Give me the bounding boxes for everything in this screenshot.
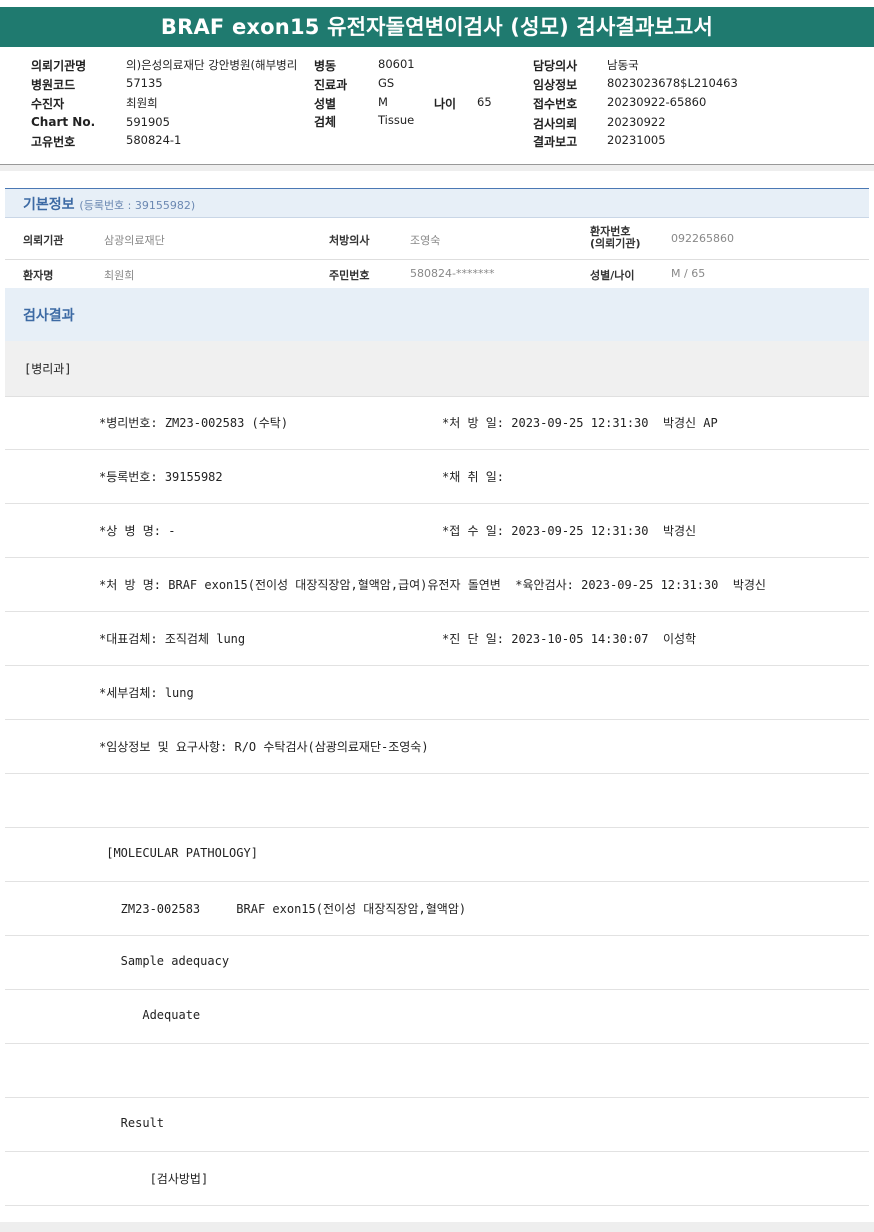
result-line: Sample adequacy	[5, 936, 869, 990]
patient-no-label: 환자번호 (의뢰기관)	[590, 226, 641, 250]
patient-no-label-line2: (의뢰기관)	[590, 237, 641, 250]
sex-age-value: M / 65	[671, 267, 706, 280]
result-line-right: *접 수 일: 2023-09-25 12:31:30 박경신	[442, 524, 697, 538]
result-line: *임상정보 및 요구사항: R/O 수탁검사(삼광의료재단-조영숙)	[5, 720, 869, 774]
clinical-value: 8023023678$L210463	[607, 76, 738, 90]
examinee-label: 수진자	[31, 97, 65, 111]
requesting-inst-label: 의뢰기관명	[31, 59, 87, 73]
sex-label: 성별	[314, 97, 337, 111]
hospital-code-value: 57135	[126, 76, 163, 90]
result-line-left: *대표검체: 조직검체 lung	[99, 632, 246, 646]
result-line: *상 병 명: - *접 수 일: 2023-09-25 12:31:30 박경신	[5, 504, 869, 558]
requesting-inst-value: 의)은성의료재단 강안병원(해부병리	[126, 58, 298, 72]
result-line: Result	[5, 1098, 869, 1152]
result-line-left: Result	[99, 1116, 165, 1130]
basic-info-row-2: 환자명 최원희 주민번호 580824-******* 성별/나이 M / 65	[5, 260, 869, 288]
inst-label: 의뢰기관	[23, 234, 64, 247]
result-line-right: *진 단 일: 2023-10-05 14:30:07 이성학	[442, 632, 697, 646]
result-line-left: [MOLECULAR PATHOLOGY]	[99, 846, 258, 860]
prescriber-value: 조영숙	[410, 234, 441, 247]
result-line-left: ZM23-002583 BRAF exon15(전이성 대장직장암,혈액암)	[99, 902, 467, 916]
basic-info-title-text: 기본정보	[23, 197, 75, 213]
ward-label: 병동	[314, 59, 337, 73]
result-line: Adequate	[5, 990, 869, 1044]
resident-no-value: 580824-*******	[410, 267, 495, 280]
basic-info-panel: 기본정보 (등록번호 : 39155982) 의뢰기관 삼광의료재단 처방의사 …	[5, 188, 869, 289]
sex-age-label: 성별/나이	[590, 269, 635, 282]
result-line-left: [검사방법]	[99, 1172, 209, 1186]
patient-name-label: 환자명	[23, 269, 54, 282]
registration-number: (등록번호 : 39155982)	[79, 199, 196, 212]
prescriber-label: 처방의사	[329, 234, 370, 247]
report-date-value: 20231005	[607, 133, 666, 147]
resident-no-label: 주민번호	[329, 269, 370, 282]
specimen-label: 검체	[314, 115, 337, 129]
result-line: ZM23-002583 BRAF exon15(전이성 대장직장암,혈액암)	[5, 882, 869, 936]
result-line: *처 방 명: BRAF exon15(전이성 대장직장암,혈액암,급여)유전자…	[5, 558, 869, 612]
result-line	[5, 774, 869, 828]
patient-no-value: 092265860	[671, 232, 734, 245]
result-line: *병리번호: ZM23-002583 (수탁) *처 방 일: 2023-09-2…	[5, 396, 869, 450]
sex-value: M	[378, 95, 388, 109]
clinical-label: 임상정보	[533, 78, 578, 92]
chart-label: Chart No.	[31, 115, 96, 129]
results-header: 검사결과	[5, 288, 869, 341]
result-line-left: *등록번호: 39155982	[99, 470, 223, 484]
request-date-label: 검사의뢰	[533, 117, 578, 131]
result-line-left: *병리번호: ZM23-002583 (수탁)	[99, 416, 289, 430]
basic-info-row-1: 의뢰기관 삼광의료재단 처방의사 조영숙 환자번호 (의뢰기관) 09226586…	[5, 218, 869, 260]
age-value: 65	[477, 95, 492, 109]
dept-label: 진료과	[314, 78, 348, 92]
result-line-left: *임상정보 및 요구사항: R/O 수탁검사(삼광의료재단-조영숙)	[99, 740, 429, 754]
report-title: BRAF exon15 유전자돌연변이검사 (성모) 검사결과보고서	[0, 7, 874, 47]
result-line-left: Adequate	[99, 1008, 201, 1022]
result-line	[5, 1044, 869, 1098]
patient-name-value: 최원희	[104, 269, 135, 282]
age-label: 나이	[434, 97, 457, 111]
examinee-value: 최원희	[126, 96, 158, 110]
report-date-label: 결과보고	[533, 135, 578, 149]
result-line-left: *세부검체: lung	[99, 686, 194, 700]
department-label: [병리과]	[24, 362, 72, 376]
doctor-label: 담당의사	[533, 59, 578, 73]
result-line: [MOLECULAR PATHOLOGY]	[5, 828, 869, 882]
ward-value: 80601	[378, 57, 415, 71]
unique-value: 580824-1	[126, 133, 182, 147]
bottom-band	[0, 1222, 874, 1232]
request-date-value: 20230922	[607, 115, 666, 129]
report-header: 의뢰기관명 의)은성의료재단 강안병원(해부병리 병동 80601 담당의사 남…	[0, 52, 874, 165]
result-line: *세부검체: lung	[5, 666, 869, 720]
results-title: 검사결과	[23, 308, 75, 324]
receipt-value: 20230922-65860	[607, 95, 707, 109]
basic-info-header: 기본정보 (등록번호 : 39155982)	[5, 189, 869, 218]
doctor-value: 남동국	[607, 58, 639, 72]
receipt-label: 접수번호	[533, 97, 578, 111]
unique-label: 고유번호	[31, 135, 76, 149]
chart-value: 591905	[126, 115, 170, 129]
specimen-value: Tissue	[378, 113, 415, 127]
dept-value: GS	[378, 76, 395, 90]
result-line-right: *채 취 일:	[442, 470, 505, 484]
department-row: [병리과]	[5, 341, 869, 397]
header-gap	[0, 165, 874, 171]
hospital-code-label: 병원코드	[31, 78, 76, 92]
result-line: *등록번호: 39155982 *채 취 일:	[5, 450, 869, 504]
result-line: *대표검체: 조직검체 lung *진 단 일: 2023-10-05 14:30…	[5, 612, 869, 666]
result-line-right: *처 방 일: 2023-09-25 12:31:30 박경신 AP	[442, 416, 718, 430]
result-line-left: *상 병 명: -	[99, 524, 176, 538]
result-line: [검사방법]	[5, 1152, 869, 1206]
result-line-left: *처 방 명: BRAF exon15(전이성 대장직장암,혈액암,급여)유전자…	[99, 578, 766, 592]
inst-value: 삼광의료재단	[104, 234, 165, 247]
result-line-left: Sample adequacy	[99, 954, 230, 968]
basic-info-title: 기본정보 (등록번호 : 39155982)	[23, 194, 195, 214]
